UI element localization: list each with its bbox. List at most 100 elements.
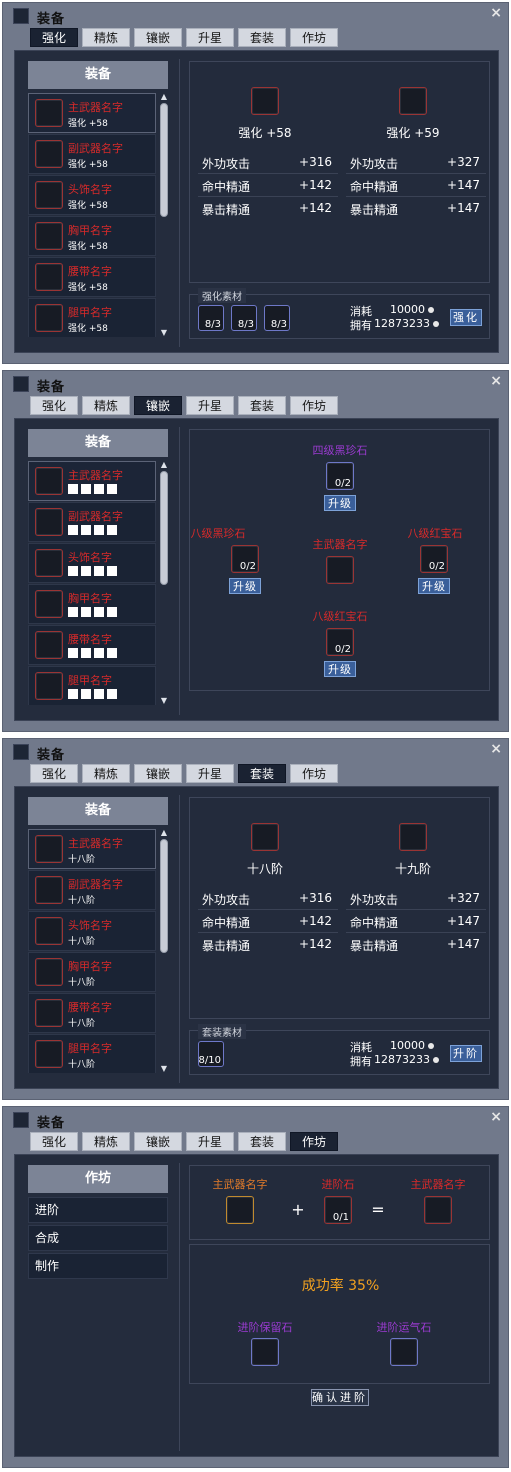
list-item[interactable]: 胸甲名字 bbox=[28, 584, 156, 624]
cost-number: 10000 bbox=[390, 1039, 425, 1052]
list-scrollbar[interactable]: ▲ ▼ bbox=[160, 461, 168, 705]
list-item[interactable]: 主武器名字 bbox=[28, 461, 156, 501]
window-title: 装备 bbox=[37, 748, 66, 763]
upgrade-button[interactable]: 升级 bbox=[324, 495, 356, 511]
item-name: 腰带名字 bbox=[68, 633, 112, 646]
close-icon[interactable]: × bbox=[490, 4, 502, 22]
scroll-up-icon[interactable]: ▲ bbox=[160, 829, 168, 837]
bottom-gem-slot[interactable]: 0/2 bbox=[326, 628, 354, 656]
coin-icon bbox=[433, 321, 439, 327]
item-name: 腰带名字 bbox=[68, 265, 112, 278]
material-slot[interactable]: 8/3 bbox=[264, 305, 290, 331]
list-item[interactable]: 腰带名字 十八阶 bbox=[28, 993, 156, 1033]
confirm-advance-button[interactable]: 确认进阶 bbox=[311, 1389, 369, 1406]
material-slot[interactable]: 8/3 bbox=[198, 305, 224, 331]
item-slot bbox=[35, 181, 63, 209]
close-icon[interactable]: × bbox=[490, 1108, 502, 1126]
tab-workshop[interactable]: 作坊 bbox=[290, 28, 338, 47]
list-scrollbar[interactable]: ▲ ▼ bbox=[160, 93, 168, 337]
cost-value: 10000 bbox=[390, 303, 434, 316]
tab-suit[interactable]: 套装 bbox=[238, 764, 286, 783]
strengthen-button[interactable]: 强化 bbox=[450, 309, 482, 326]
tab-inlay[interactable]: 镶嵌 bbox=[134, 28, 182, 47]
tab-refine[interactable]: 精炼 bbox=[82, 764, 130, 783]
upgrade-rank-button[interactable]: 升阶 bbox=[450, 1045, 482, 1062]
tab-star[interactable]: 升星 bbox=[186, 764, 234, 783]
tab-inlay[interactable]: 镶嵌 bbox=[134, 764, 182, 783]
close-icon[interactable]: × bbox=[490, 372, 502, 390]
tab-strengthen[interactable]: 强化 bbox=[30, 28, 78, 47]
list-item[interactable]: 腰带名字 强化 +58 bbox=[28, 257, 156, 297]
tab-workshop[interactable]: 作坊 bbox=[290, 764, 338, 783]
list-item[interactable]: 头饰名字 bbox=[28, 543, 156, 583]
scroll-down-icon[interactable]: ▼ bbox=[160, 1065, 168, 1073]
list-item[interactable]: 腰带名字 bbox=[28, 625, 156, 665]
tab-strengthen[interactable]: 强化 bbox=[30, 396, 78, 415]
tab-strengthen[interactable]: 强化 bbox=[30, 1132, 78, 1151]
scroll-down-icon[interactable]: ▼ bbox=[160, 697, 168, 705]
scroll-thumb[interactable] bbox=[160, 839, 168, 953]
list-item[interactable]: 主武器名字 十八阶 bbox=[28, 829, 156, 869]
tab-star[interactable]: 升星 bbox=[186, 28, 234, 47]
right-gem-slot[interactable]: 0/2 bbox=[420, 545, 448, 573]
window-body: 装备 主武器名字 十八阶 副武器名字 十八阶 头饰名字 十八阶 胸甲名字 十八阶 腰带名… bbox=[14, 786, 499, 1089]
tab-star[interactable]: 升星 bbox=[186, 1132, 234, 1151]
list-item[interactable]: 胸甲名字 强化 +58 bbox=[28, 216, 156, 256]
protect-stone-slot[interactable] bbox=[251, 1338, 279, 1366]
tab-refine[interactable]: 精炼 bbox=[82, 28, 130, 47]
left-gem-slot[interactable]: 0/2 bbox=[231, 545, 259, 573]
tab-inlay[interactable]: 镶嵌 bbox=[134, 396, 182, 415]
menu-item-combine[interactable]: 合成 bbox=[28, 1225, 168, 1251]
stat-row: 暴击精通 +142 bbox=[198, 198, 338, 220]
tab-suit[interactable]: 套装 bbox=[238, 1132, 286, 1151]
list-scrollbar[interactable]: ▲ ▼ bbox=[160, 829, 168, 1073]
material-slot[interactable]: 8/3 bbox=[231, 305, 257, 331]
scroll-up-icon[interactable]: ▲ bbox=[160, 461, 168, 469]
tab-star[interactable]: 升星 bbox=[186, 396, 234, 415]
top-gem-slot[interactable]: 0/2 bbox=[326, 462, 354, 490]
upgrade-button[interactable]: 升级 bbox=[324, 661, 356, 677]
list-item[interactable]: 腿甲名字 强化 +58 bbox=[28, 298, 156, 337]
list-item[interactable]: 主武器名字 强化 +58 bbox=[28, 93, 156, 133]
scroll-down-icon[interactable]: ▼ bbox=[160, 329, 168, 337]
scroll-up-icon[interactable]: ▲ bbox=[160, 93, 168, 101]
menu-item-craft[interactable]: 制作 bbox=[28, 1253, 168, 1279]
list-item[interactable]: 副武器名字 十八阶 bbox=[28, 870, 156, 910]
luck-stone-slot[interactable] bbox=[390, 1338, 418, 1366]
upgrade-button[interactable]: 升级 bbox=[229, 578, 261, 594]
list-item[interactable]: 腿甲名字 bbox=[28, 666, 156, 705]
gem-count: 0/2 bbox=[428, 561, 445, 572]
material-slot[interactable]: 8/10 bbox=[198, 1041, 224, 1067]
close-icon[interactable]: × bbox=[490, 740, 502, 758]
scroll-thumb[interactable] bbox=[160, 471, 168, 585]
tab-refine[interactable]: 精炼 bbox=[82, 396, 130, 415]
suit-window: 装备 × 强化 精炼 镶嵌 升星 套装 作坊 装备 主武器名字 十八阶 副武器名字… bbox=[2, 738, 509, 1100]
item-level: 十八阶 bbox=[68, 1060, 96, 1070]
input-item-slot[interactable] bbox=[226, 1196, 254, 1224]
item-slot bbox=[35, 467, 63, 495]
current-item-slot bbox=[251, 823, 279, 851]
scroll-thumb[interactable] bbox=[160, 103, 168, 217]
tab-suit[interactable]: 套装 bbox=[238, 396, 286, 415]
menu-item-advance[interactable]: 进阶 bbox=[28, 1197, 168, 1223]
tab-inlay[interactable]: 镶嵌 bbox=[134, 1132, 182, 1151]
stat-name: 命中精通 bbox=[202, 916, 251, 930]
divider bbox=[179, 1163, 180, 1451]
preview-panel: 十八阶 十九阶 外功攻击 +316 命中精通 +142 暴击精通 +142 外功攻击 +… bbox=[189, 797, 490, 1019]
list-item[interactable]: 胸甲名字 十八阶 bbox=[28, 952, 156, 992]
tab-workshop[interactable]: 作坊 bbox=[290, 1132, 338, 1151]
list-item[interactable]: 副武器名字 强化 +58 bbox=[28, 134, 156, 174]
tab-strengthen[interactable]: 强化 bbox=[30, 764, 78, 783]
plus-icon: + bbox=[291, 1200, 305, 1219]
equip-panel-title: 装备 bbox=[28, 61, 168, 89]
tab-suit[interactable]: 套装 bbox=[238, 28, 286, 47]
list-item[interactable]: 头饰名字 强化 +58 bbox=[28, 175, 156, 215]
stone-slot[interactable]: 0/1 bbox=[324, 1196, 352, 1224]
tab-workshop[interactable]: 作坊 bbox=[290, 396, 338, 415]
list-item[interactable]: 腿甲名字 十八阶 bbox=[28, 1034, 156, 1073]
tab-refine[interactable]: 精炼 bbox=[82, 1132, 130, 1151]
stat-value: +147 bbox=[447, 178, 480, 192]
list-item[interactable]: 头饰名字 十八阶 bbox=[28, 911, 156, 951]
list-item[interactable]: 副武器名字 bbox=[28, 502, 156, 542]
upgrade-button[interactable]: 升级 bbox=[418, 578, 450, 594]
